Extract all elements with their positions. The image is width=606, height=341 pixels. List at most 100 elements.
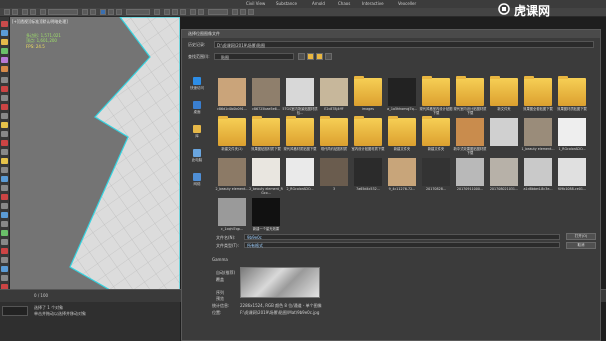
tool-icon[interactable] [1,86,8,92]
mirror-icon[interactable] [190,9,196,15]
pivot-icon[interactable] [154,9,160,15]
folder-item[interactable]: 效果图材质贴图下载 [554,76,590,117]
tool-icon[interactable] [1,194,8,200]
material-editor-icon[interactable] [232,9,238,15]
open-button[interactable]: 打开(O) [566,233,596,240]
file-item[interactable]: 20170828... [418,158,454,197]
menu-chaos[interactable]: Chaos [338,1,350,6]
file-item[interactable]: 9_4c11276-72... [384,158,420,197]
select-object-icon[interactable] [82,9,88,15]
tool-icon[interactable] [1,203,8,209]
file-item[interactable]: 20170911000... [452,158,488,197]
place-network[interactable]: 网络 [188,173,206,187]
link-icon[interactable] [22,9,28,15]
up-folder-icon[interactable] [307,53,314,60]
file-item[interactable]: 2_RGcolorADO... [282,158,318,197]
folder-item[interactable]: 现代简约贴图材质 [316,116,352,157]
move-icon[interactable] [100,9,106,15]
tool-icon[interactable] [1,221,8,227]
motion-icon[interactable] [1,48,8,54]
viewport-label[interactable]: [+][透视][标准][默认明暗处理] [12,19,68,25]
preview-checkbox[interactable]: 预览 [216,296,224,302]
create-icon[interactable] [1,21,8,27]
tool-icon[interactable] [1,149,8,155]
back-icon[interactable] [298,53,305,60]
folder-item[interactable]: 现代室内设计贴图材质下载 [452,76,488,117]
tool-icon[interactable] [1,131,8,137]
gamma-auto-radio[interactable]: 自动(推荐) [216,270,235,276]
tool-icon[interactable] [1,77,8,83]
file-item[interactable]: 5TGS室内场景贴图材质包... [282,78,318,117]
rotate-icon[interactable] [108,9,114,15]
render-setup-icon[interactable] [240,9,246,15]
snap-icon[interactable] [164,9,170,15]
reference-coordinate-dropdown[interactable] [126,9,150,15]
file-item[interactable]: 201708021031... [486,158,522,197]
folder-item[interactable]: images [350,76,386,117]
tool-icon[interactable] [1,275,8,281]
modify-icon[interactable] [1,30,8,36]
menu-arnold[interactable]: Arnold [312,1,325,6]
tool-icon[interactable] [1,185,8,191]
menu-vexceller[interactable]: Vexceller [398,1,416,6]
menu-civil-view[interactable]: Civil View [246,1,265,6]
menu-interactive[interactable]: Interactive [362,1,384,6]
filename-input[interactable]: 9b9e0c [244,234,560,240]
folder-item[interactable]: 新建文件夹 [384,116,420,157]
tool-icon[interactable] [1,122,8,128]
view-menu-icon[interactable] [325,53,332,60]
tool-icon[interactable] [1,140,8,146]
display-icon[interactable] [1,57,8,63]
file-item[interactable]: 1_RGcolorADO... [554,118,590,157]
tool-icon[interactable] [1,95,8,101]
perspective-viewport[interactable]: [+][透视][标准][默认明暗处理] 多边形: 1,571,021 顶点: 1… [10,17,180,313]
place-library[interactable]: 库 [188,125,206,139]
cancel-button[interactable]: 取消 [566,242,596,249]
file-item[interactable]: c_1cqhl7qp... [214,198,250,237]
file-item[interactable]: a1d8bbe4-8c3e... [520,158,556,197]
place-quick-access[interactable]: 快速访问 [188,77,206,91]
render-icon[interactable] [248,9,254,15]
select-by-name-icon[interactable] [90,9,96,15]
file-item[interactable]: 2_beauty element_RGco... [248,158,284,197]
folder-item[interactable]: 效果图贴图材质下载 [248,116,284,157]
tool-icon[interactable] [1,176,8,182]
file-item[interactable]: 1_beauty element... [520,118,556,157]
scale-icon[interactable] [116,9,122,15]
unlink-icon[interactable] [30,9,36,15]
tool-icon[interactable] [1,266,8,272]
folder-item[interactable]: 现代风格室内设计贴图下载 [418,76,454,117]
tool-icon[interactable] [1,248,8,254]
folder-item[interactable]: 现代风格材质贴图下载 [282,116,318,157]
filetype-select[interactable]: 所有格式 [244,242,560,248]
percent-snap-icon[interactable] [180,9,186,15]
history-dropdown[interactable]: D:\虎课网\2019\场景\贴图 [214,41,594,48]
file-item[interactable]: c86d1c0b0b091... [214,78,250,117]
tool-icon[interactable] [1,257,8,263]
file-item[interactable]: 新建一个星光效果 [248,198,284,237]
tool-icon[interactable] [1,230,8,236]
select-icon[interactable] [40,9,46,15]
place-this-pc[interactable]: 此电脑 [188,149,206,163]
lookin-dropdown[interactable]: 贴图 [214,53,294,60]
place-desktop[interactable]: 桌面 [188,101,206,115]
file-item[interactable]: c86725bae5e6... [248,78,284,117]
file-item[interactable]: E2c8T8j4ffF [316,78,352,117]
gamma-override-radio[interactable]: 覆盖 [216,277,224,283]
maxscript-listener[interactable] [2,306,28,316]
tool-icon[interactable] [1,212,8,218]
folder-item[interactable]: 新文件夹 [486,76,522,117]
file-item[interactable]: a_1o5hhomqj7q... [384,78,420,117]
named-selection-dropdown[interactable] [208,9,228,15]
file-item[interactable]: f09b1088-ce01... [554,158,590,197]
file-item[interactable]: 3 [316,158,352,197]
menu-substance[interactable]: Substance [276,1,297,6]
folder-item[interactable]: 新建文件夹(2) [214,116,250,157]
tool-icon[interactable] [1,158,8,164]
file-item[interactable]: 7a65d4c532... [350,158,386,197]
tool-icon[interactable] [1,167,8,173]
file-item[interactable] [486,118,522,157]
folder-item[interactable]: 新建文件夹 [418,116,454,157]
file-item[interactable]: 新中式效果图贴图材质下载 [452,118,488,157]
tool-icon[interactable] [1,104,8,110]
